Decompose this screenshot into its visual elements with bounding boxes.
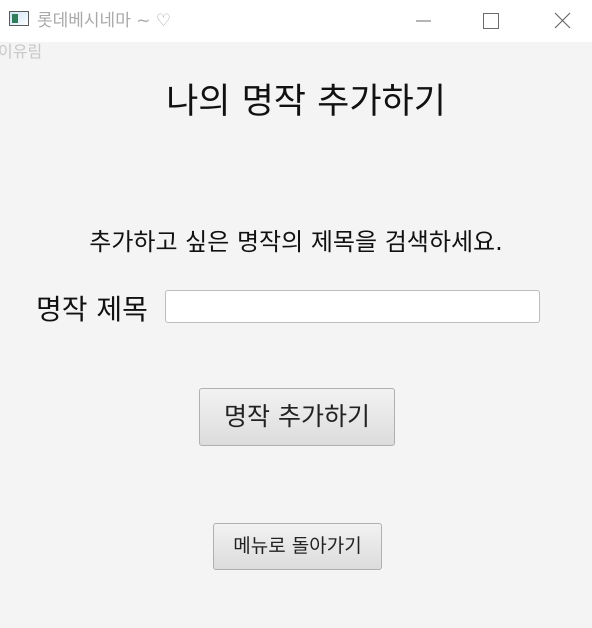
title-search-input[interactable] — [165, 290, 540, 323]
title-field-label: 명작 제목 — [36, 293, 148, 326]
title-bar[interactable]: 롯데베시네마 ~ ♡ — [0, 0, 592, 42]
page-title: 나의 명작 추가하기 — [166, 82, 446, 122]
maximize-icon — [483, 13, 499, 29]
back-to-menu-button[interactable]: 메뉴로 돌아가기 — [213, 523, 382, 570]
window-title: 롯데베시네마 ~ ♡ — [37, 11, 172, 31]
app-icon-pane — [12, 14, 18, 23]
add-masterpiece-button[interactable]: 명작 추가하기 — [199, 388, 395, 446]
close-button[interactable] — [540, 0, 586, 42]
minimize-icon — [416, 20, 431, 22]
minimize-button[interactable] — [400, 0, 446, 42]
maximize-button[interactable] — [468, 0, 514, 42]
instruction-text: 추가하고 싶은 명작의 제목을 검색하세요. — [89, 228, 503, 256]
watermark-label: 이유림 — [0, 42, 43, 61]
app-window-icon — [9, 11, 29, 26]
close-icon — [554, 12, 571, 29]
